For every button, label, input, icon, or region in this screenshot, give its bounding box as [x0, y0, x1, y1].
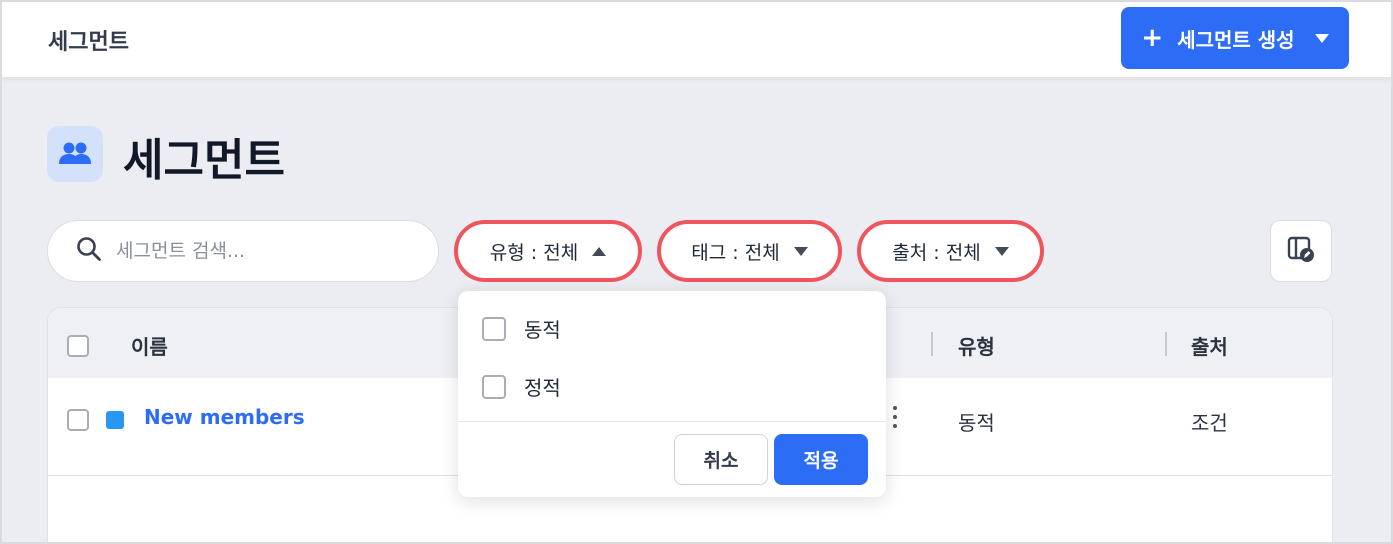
page-title: 세그먼트	[123, 135, 285, 186]
cancel-button[interactable]: 취소	[674, 434, 768, 485]
option-label: 정적	[524, 376, 561, 400]
type-option-dynamic[interactable]: 동적	[482, 314, 561, 343]
type-option-static[interactable]: 정적	[482, 372, 561, 401]
column-divider[interactable]	[1165, 332, 1167, 356]
app-frame: 세그먼트 + 세그먼트 생성 세그먼트 유형 : 전체 태그 : 전체	[0, 0, 1393, 544]
column-settings-icon	[1286, 234, 1316, 268]
segment-type-cell: 동적	[958, 411, 995, 435]
search-box[interactable]	[47, 220, 439, 282]
filter-type-chip[interactable]: 유형 : 전체	[454, 220, 642, 282]
option-checkbox[interactable]	[482, 374, 506, 399]
search-icon	[76, 236, 102, 266]
option-checkbox[interactable]	[482, 316, 506, 341]
column-settings-button[interactable]	[1270, 220, 1332, 282]
row-more-icon[interactable]	[893, 406, 897, 428]
dropdown-divider	[458, 421, 886, 422]
column-header-name[interactable]: 이름	[131, 331, 168, 360]
option-label: 동적	[524, 318, 561, 342]
apply-button[interactable]: 적용	[774, 434, 868, 485]
users-icon	[47, 126, 103, 182]
filter-tag-label: 태그 : 전체	[691, 241, 780, 264]
segment-source-cell: 조건	[1191, 411, 1228, 435]
segment-color-marker	[106, 411, 124, 429]
plus-icon: +	[1141, 23, 1164, 53]
column-divider[interactable]	[931, 332, 933, 356]
column-header-type[interactable]: 유형	[958, 331, 995, 360]
create-segment-button[interactable]: + 세그먼트 생성	[1121, 7, 1349, 69]
filter-type-label: 유형 : 전체	[489, 241, 579, 264]
chevron-up-icon	[592, 246, 607, 256]
segment-name-link[interactable]: New members	[144, 405, 305, 429]
header-title: 세그먼트	[48, 30, 129, 55]
filter-source-chip[interactable]: 출처 : 전체	[857, 220, 1044, 282]
type-filter-dropdown: 동적 정적 취소 적용	[458, 291, 886, 497]
filter-source-label: 출처 : 전체	[892, 241, 981, 264]
chevron-down-icon	[1314, 33, 1329, 43]
chevron-down-icon	[793, 246, 808, 256]
create-segment-label: 세그먼트 생성	[1177, 27, 1295, 52]
column-header-source[interactable]: 출처	[1191, 331, 1228, 360]
search-input[interactable]	[116, 240, 396, 262]
filter-tag-chip[interactable]: 태그 : 전체	[657, 220, 842, 282]
chevron-down-icon	[994, 246, 1009, 256]
row-checkbox[interactable]	[67, 409, 89, 431]
select-all-checkbox[interactable]	[67, 335, 89, 357]
top-header: 세그먼트 + 세그먼트 생성	[2, 2, 1391, 77]
